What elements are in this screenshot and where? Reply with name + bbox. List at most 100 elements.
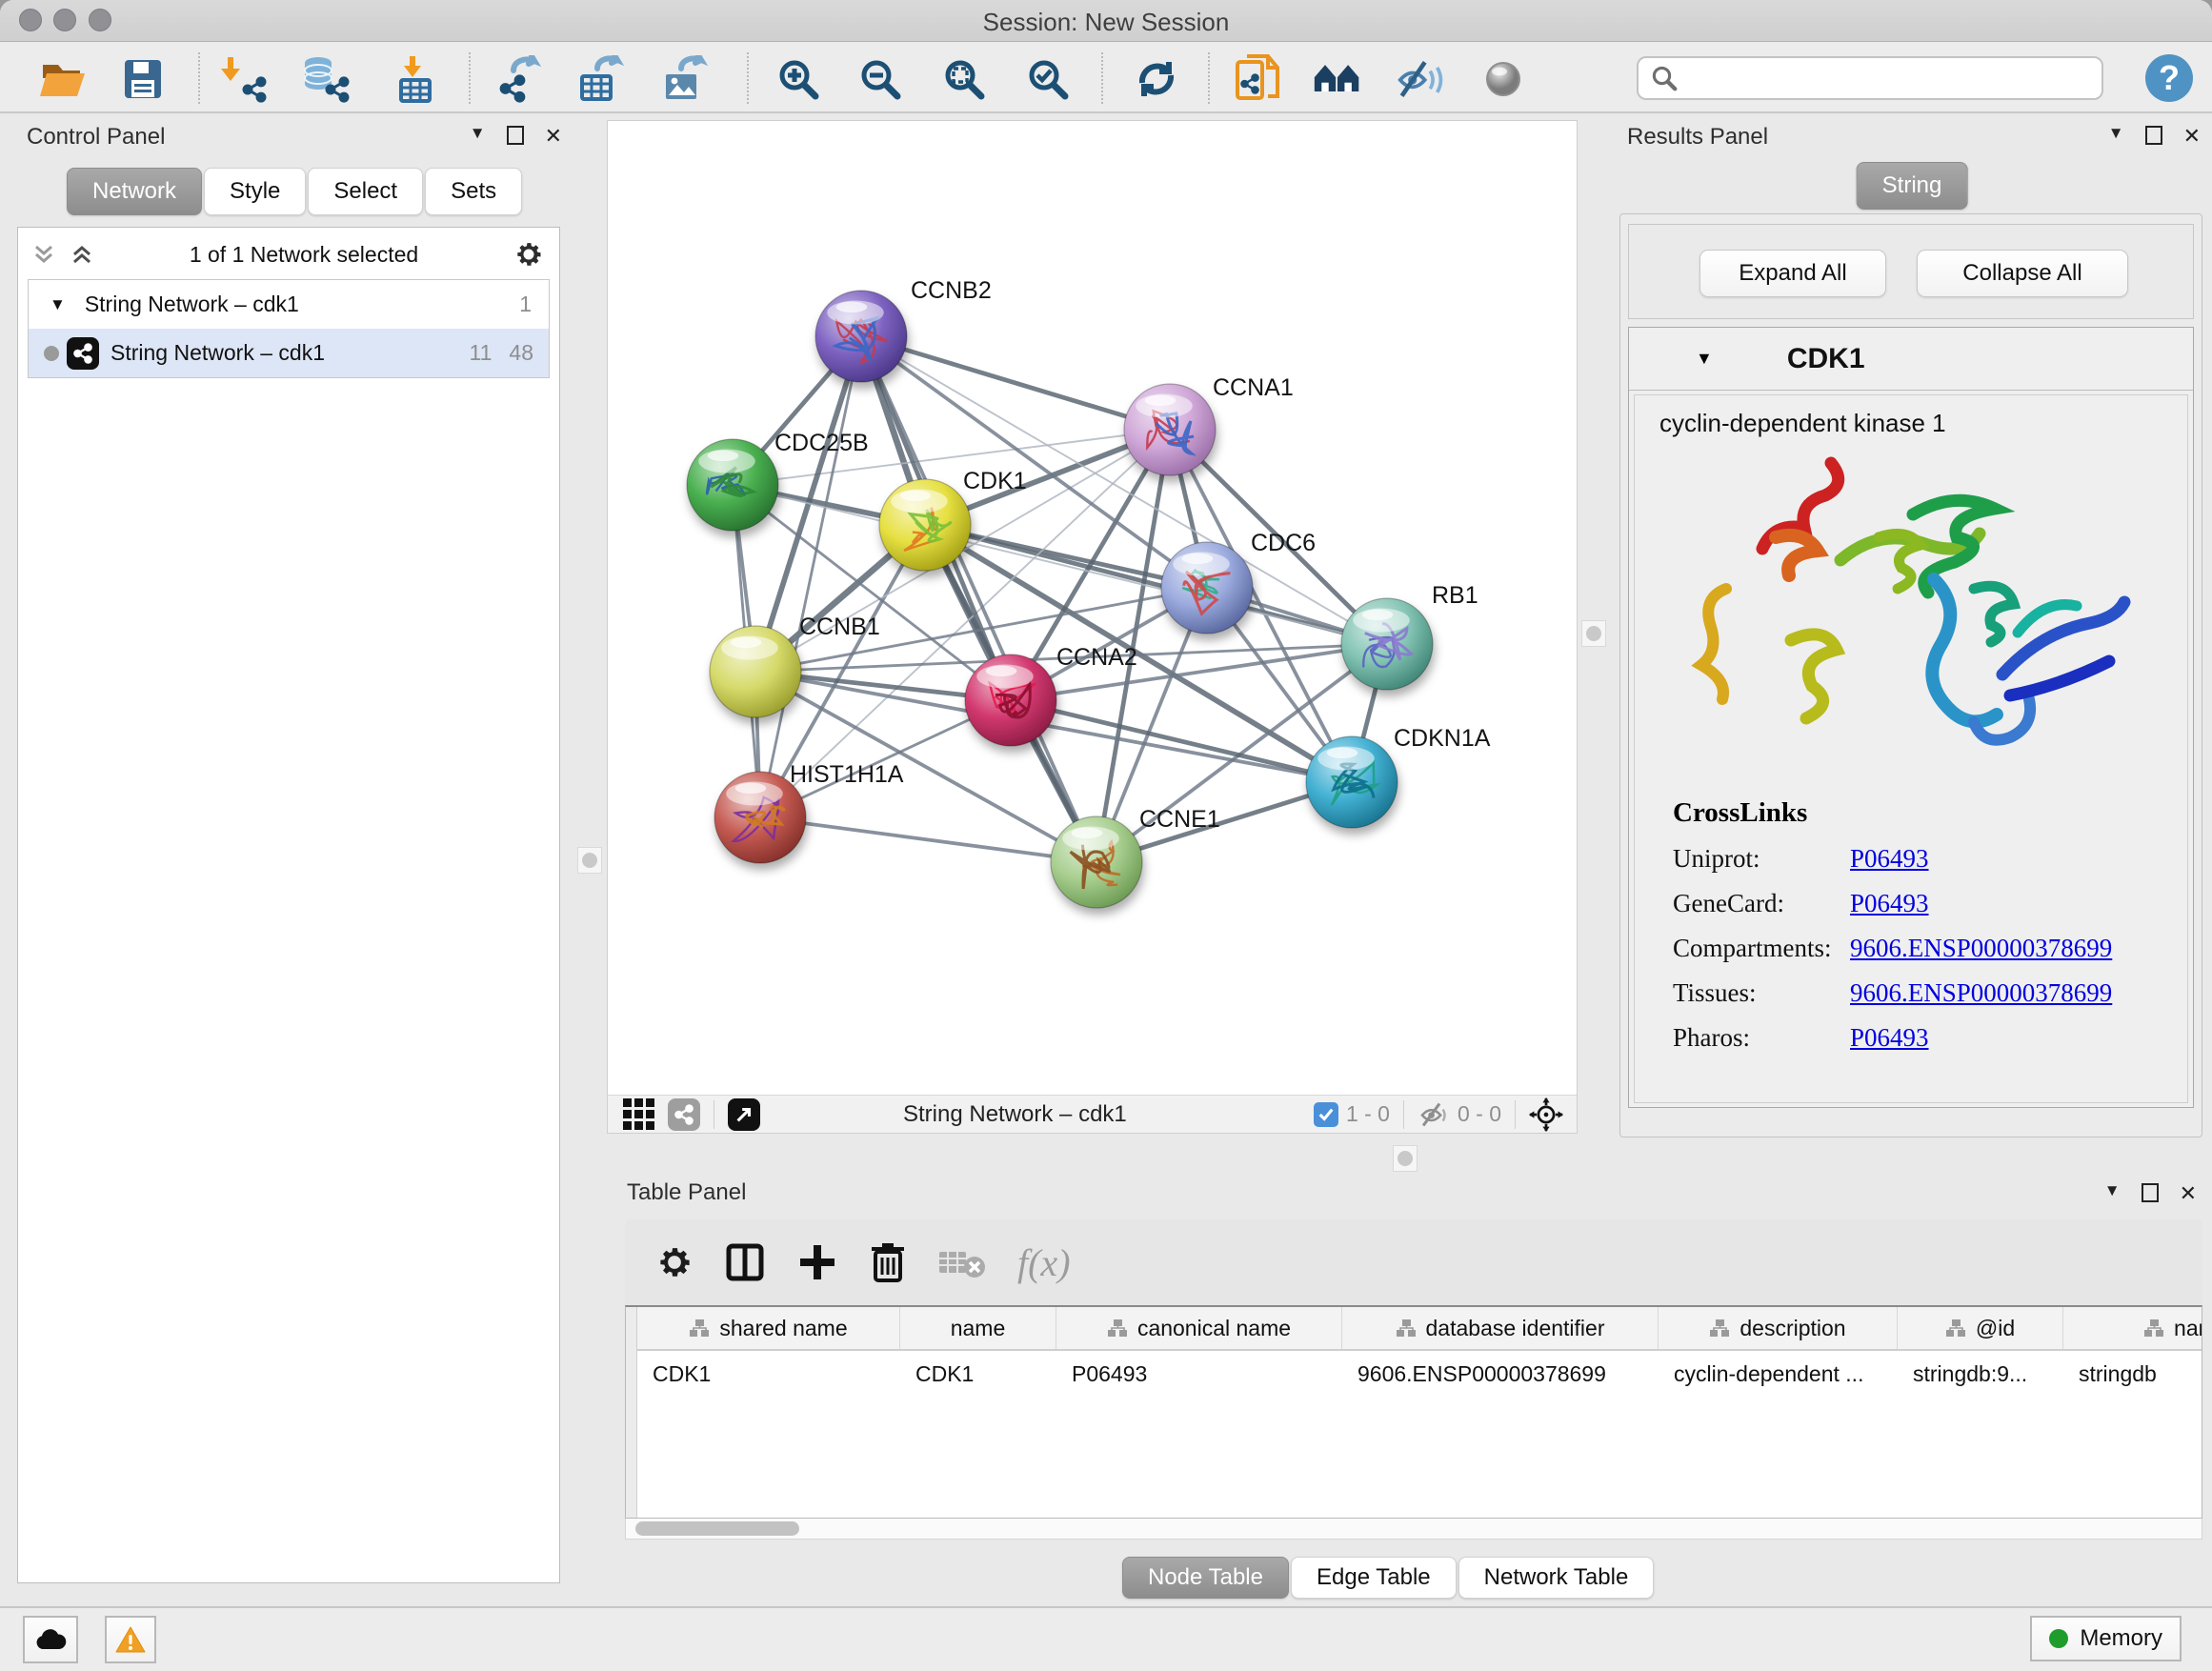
column-header-canonical-name[interactable]: canonical name	[1056, 1307, 1342, 1349]
import-network-database-button[interactable]	[301, 54, 351, 104]
toolbar-separator	[1101, 52, 1103, 104]
crosslink-row: Uniprot:P06493	[1673, 844, 2112, 874]
table-row[interactable]: CDK1CDK1P064939606.ENSP00000378699cyclin…	[637, 1353, 2202, 1395]
bottom-divider-handle[interactable]	[1393, 1145, 1418, 1172]
collapse-all-icon[interactable]	[31, 242, 56, 267]
string-share-icon[interactable]	[668, 1098, 700, 1131]
open-in-browser-icon[interactable]	[728, 1098, 760, 1131]
column-header-namespace[interactable]: namespace	[2063, 1307, 2202, 1349]
tab-edge-table[interactable]: Edge Table	[1291, 1557, 1457, 1599]
column-header-shared-name[interactable]: shared name	[637, 1307, 900, 1349]
table-cell[interactable]: stringdb:9...	[1898, 1353, 2063, 1395]
table-cell[interactable]: CDK1	[900, 1353, 1056, 1395]
zoom-out-icon	[857, 56, 903, 102]
node-CDC25B[interactable]	[687, 439, 778, 531]
tab-network[interactable]: Network	[67, 168, 202, 215]
share-document-button[interactable]	[1233, 54, 1282, 104]
import-network-button[interactable]	[219, 54, 269, 104]
crosslink-link[interactable]: 9606.ENSP00000378699	[1850, 978, 2112, 1008]
float-panel-icon[interactable]	[2142, 1183, 2159, 1202]
import-network-icon	[220, 55, 268, 103]
node-CDC6[interactable]	[1161, 542, 1253, 634]
node-CCNA1[interactable]	[1124, 384, 1216, 475]
table-settings-gear-icon[interactable]	[655, 1243, 694, 1281]
expand-triangle-icon[interactable]: ▼	[50, 295, 66, 314]
zoom-out-button[interactable]	[855, 54, 905, 104]
network-row-selected[interactable]: String Network – cdk1 11 48	[29, 329, 549, 377]
gear-icon[interactable]	[513, 239, 544, 270]
close-panel-icon[interactable]: ✕	[2183, 124, 2201, 149]
hidden-eye-icon[interactable]	[1418, 1101, 1450, 1128]
network-selector-row: 1 of 1 Network selected	[18, 233, 559, 275]
houses-button[interactable]	[1313, 54, 1362, 104]
horizontal-scrollbar[interactable]	[625, 1519, 2202, 1540]
tab-string[interactable]: String	[1857, 162, 1968, 210]
delete-column-icon[interactable]	[869, 1240, 907, 1284]
birdseye-toggle-icon[interactable]	[623, 1098, 654, 1130]
export-table-button[interactable]	[575, 54, 625, 104]
network-collection-row[interactable]: ▼ String Network – cdk1 1	[29, 280, 549, 329]
cloud-button[interactable]	[23, 1616, 78, 1663]
crosslink-link[interactable]: 9606.ENSP00000378699	[1850, 934, 2112, 963]
table-cell[interactable]: CDK1	[637, 1353, 900, 1395]
search-input[interactable]	[1679, 65, 2079, 91]
column-header-description[interactable]: description	[1659, 1307, 1898, 1349]
tab-style[interactable]: Style	[204, 168, 306, 215]
selected-checkbox-icon[interactable]	[1314, 1102, 1338, 1127]
close-panel-icon[interactable]: ✕	[545, 124, 562, 149]
crosslink-link[interactable]: P06493	[1850, 1023, 1929, 1053]
panel-menu-icon[interactable]: ▼	[2104, 1181, 2121, 1206]
export-image-button[interactable]	[659, 54, 709, 104]
zoom-selected-button[interactable]	[1023, 54, 1073, 104]
network-canvas[interactable]: CCNB2CCNA1CDC25BCDK1CDC6RB1CCNB1CCNA2CDK…	[608, 121, 1577, 1095]
crosshair-icon[interactable]	[1529, 1097, 1563, 1132]
node-CDKN1A[interactable]	[1306, 736, 1398, 828]
node-CCNE1[interactable]	[1051, 816, 1142, 908]
import-table-button[interactable]	[391, 54, 440, 104]
node-CDK1[interactable]	[879, 479, 971, 571]
collapse-all-button[interactable]: Collapse All	[1917, 250, 2128, 297]
left-divider-handle[interactable]	[577, 847, 602, 874]
column-header-name[interactable]: name	[900, 1307, 1056, 1349]
float-panel-icon[interactable]	[507, 126, 524, 145]
table-cell[interactable]: P06493	[1056, 1353, 1342, 1395]
zoom-in-button[interactable]	[774, 54, 823, 104]
help-button[interactable]: ?	[2145, 54, 2193, 102]
float-panel-icon[interactable]	[2145, 126, 2162, 145]
scrollbar-thumb[interactable]	[635, 1521, 799, 1536]
node-CCNB1[interactable]	[710, 626, 801, 717]
crosslink-link[interactable]: P06493	[1850, 844, 1929, 874]
add-column-icon[interactable]	[796, 1241, 838, 1283]
tab-select[interactable]: Select	[308, 168, 423, 215]
entry-header[interactable]: ▼ CDK1	[1629, 328, 2193, 391]
export-network-button[interactable]	[493, 54, 543, 104]
crosslink-link[interactable]: P06493	[1850, 889, 1929, 918]
tab-node-table[interactable]: Node Table	[1122, 1557, 1289, 1599]
expand-all-button[interactable]: Expand All	[1699, 250, 1886, 297]
panel-menu-icon[interactable]: ▼	[470, 124, 486, 149]
node-CCNA2[interactable]	[965, 654, 1056, 746]
refresh-layout-button[interactable]	[1132, 54, 1181, 104]
column-header--id[interactable]: @id	[1898, 1307, 2063, 1349]
save-session-button[interactable]	[118, 54, 168, 104]
show-columns-icon[interactable]	[724, 1241, 766, 1283]
eye-slash-button[interactable]	[1397, 54, 1446, 104]
warnings-button[interactable]	[105, 1616, 156, 1663]
zoom-fit-button[interactable]	[939, 54, 989, 104]
tab-network-table[interactable]: Network Table	[1458, 1557, 1655, 1599]
node-CCNB2[interactable]	[815, 291, 907, 382]
expand-all-icon[interactable]	[70, 242, 94, 267]
right-divider-handle[interactable]	[1581, 620, 1606, 647]
table-cell[interactable]: 9606.ENSP00000378699	[1342, 1353, 1659, 1395]
open-session-button[interactable]	[38, 54, 88, 104]
memory-button[interactable]: Memory	[2030, 1616, 2182, 1661]
panel-menu-icon[interactable]: ▼	[2108, 124, 2124, 149]
close-panel-icon[interactable]: ✕	[2180, 1181, 2197, 1206]
tab-sets[interactable]: Sets	[425, 168, 522, 215]
column-header-database-identifier[interactable]: database identifier	[1342, 1307, 1659, 1349]
table-cell[interactable]: cyclin-dependent ...	[1659, 1353, 1898, 1395]
collapse-triangle-icon[interactable]: ▼	[1696, 349, 1713, 369]
sphere-button[interactable]	[1478, 54, 1528, 104]
table-cell[interactable]: stringdb	[2063, 1353, 2202, 1395]
node-RB1[interactable]	[1341, 598, 1433, 690]
